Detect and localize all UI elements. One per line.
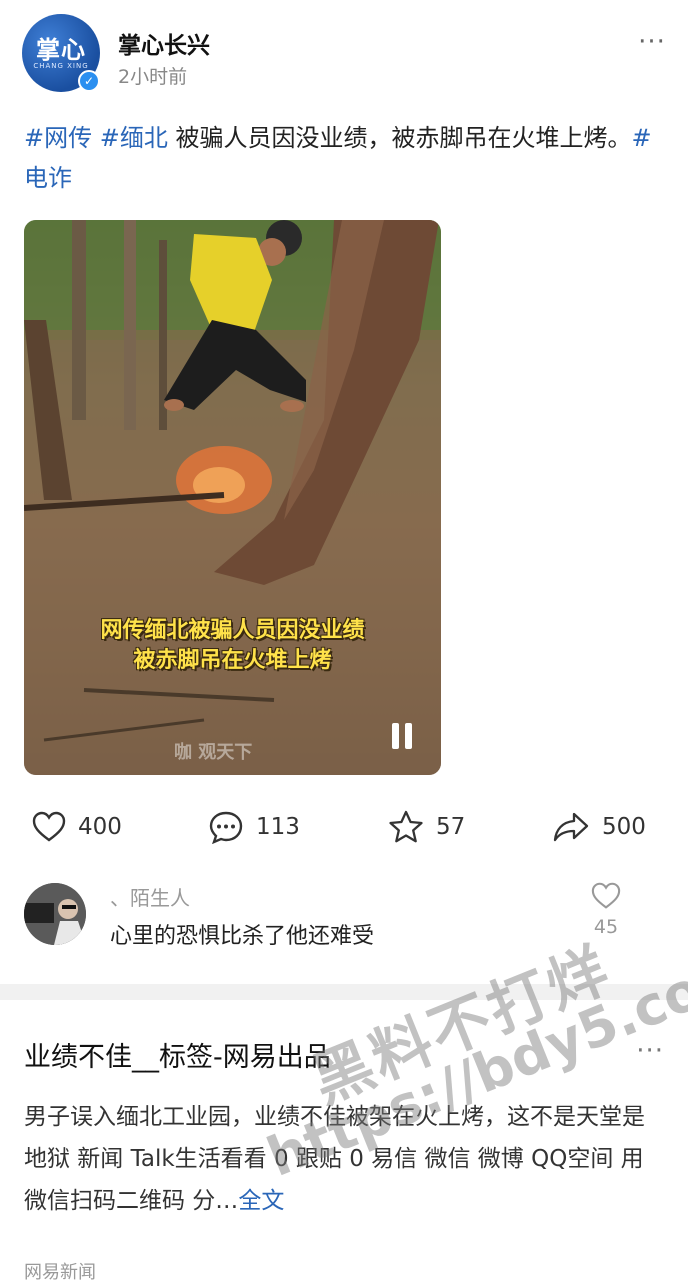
share-button[interactable]: 500 — [552, 805, 646, 849]
comment-count: 113 — [256, 814, 300, 840]
commenter-name[interactable]: 、陌生人 — [110, 882, 190, 911]
like-count: 400 — [78, 814, 122, 840]
avatar-logo-text: 掌心 — [36, 36, 86, 64]
comment-bubble-icon — [209, 811, 243, 844]
commenter-avatar-image — [24, 883, 86, 945]
share-count: 500 — [602, 814, 646, 840]
video-watermark: 咖 观天下 — [174, 742, 253, 763]
post-text: #网传 #缅北 被骗人员因没业绩，被赤脚吊在火堆上烤。#电诈 — [24, 118, 664, 198]
star-icon — [389, 810, 423, 843]
article-card[interactable]: 业绩不佳__标签-网易出品 ··· 男子误入缅北工业园，业绩不佳被架在火上烤，这… — [24, 1036, 664, 1222]
favorite-count: 57 — [436, 814, 466, 840]
video-frame — [24, 220, 441, 775]
hashtag-link[interactable]: #缅北 — [100, 124, 168, 152]
read-full-link[interactable]: 全文 — [238, 1188, 284, 1214]
heart-icon — [591, 882, 621, 909]
article-summary: 男子误入缅北工业园，业绩不佳被架在火上烤，这不是天堂是地狱 新闻 Talk生活看… — [24, 1104, 645, 1214]
post-body-text: 被骗人员因没业绩，被赤脚吊在火堆上烤。 — [167, 124, 632, 152]
heart-icon — [32, 811, 66, 842]
article-title[interactable]: 业绩不佳__标签-网易出品 — [24, 1036, 664, 1080]
video-caption-line2: 被赤脚吊在火堆上烤 — [133, 648, 332, 673]
comment-like-button[interactable]: 45 — [586, 882, 626, 938]
article-source: 网易新闻 — [24, 1262, 96, 1280]
article-body: 男子误入缅北工业园，业绩不佳被架在火上烤，这不是天堂是地狱 新闻 Talk生活看… — [24, 1096, 664, 1222]
commenter-avatar[interactable] — [24, 883, 86, 945]
comment-like-count: 45 — [593, 916, 619, 938]
article-more-icon[interactable]: ··· — [636, 1036, 664, 1066]
pause-icon[interactable] — [390, 723, 416, 751]
comment-button[interactable]: 113 — [208, 805, 300, 849]
author-name[interactable]: 掌心长兴 — [118, 26, 210, 60]
more-options-icon[interactable]: ··· — [632, 29, 672, 60]
top-comment[interactable]: 、陌生人 心里的恐惧比杀了他还难受 45 — [24, 880, 664, 950]
like-button[interactable]: 400 — [32, 805, 122, 849]
post-time: 2小时前 — [118, 66, 188, 88]
comment-text: 心里的恐惧比杀了他还难受 — [110, 924, 375, 949]
verified-badge-icon: ✓ — [78, 70, 100, 92]
post-actions-bar: 400 113 57 500 — [0, 805, 688, 849]
avatar-logo-subtext: CHANG XING — [33, 62, 89, 70]
share-arrow-icon — [553, 812, 589, 842]
section-divider — [0, 984, 688, 1000]
favorite-button[interactable]: 57 — [388, 805, 465, 849]
video-caption-line1: 网传缅北被骗人员因没业绩 — [100, 618, 365, 643]
hashtag-link[interactable]: #网传 — [24, 124, 92, 152]
video-player[interactable]: 网传缅北被骗人员因没业绩 被赤脚吊在火堆上烤 咖 观天下 — [24, 220, 441, 775]
post-header: 掌心 CHANG XING ✓ 掌心长兴 2小时前 ··· — [22, 14, 672, 94]
